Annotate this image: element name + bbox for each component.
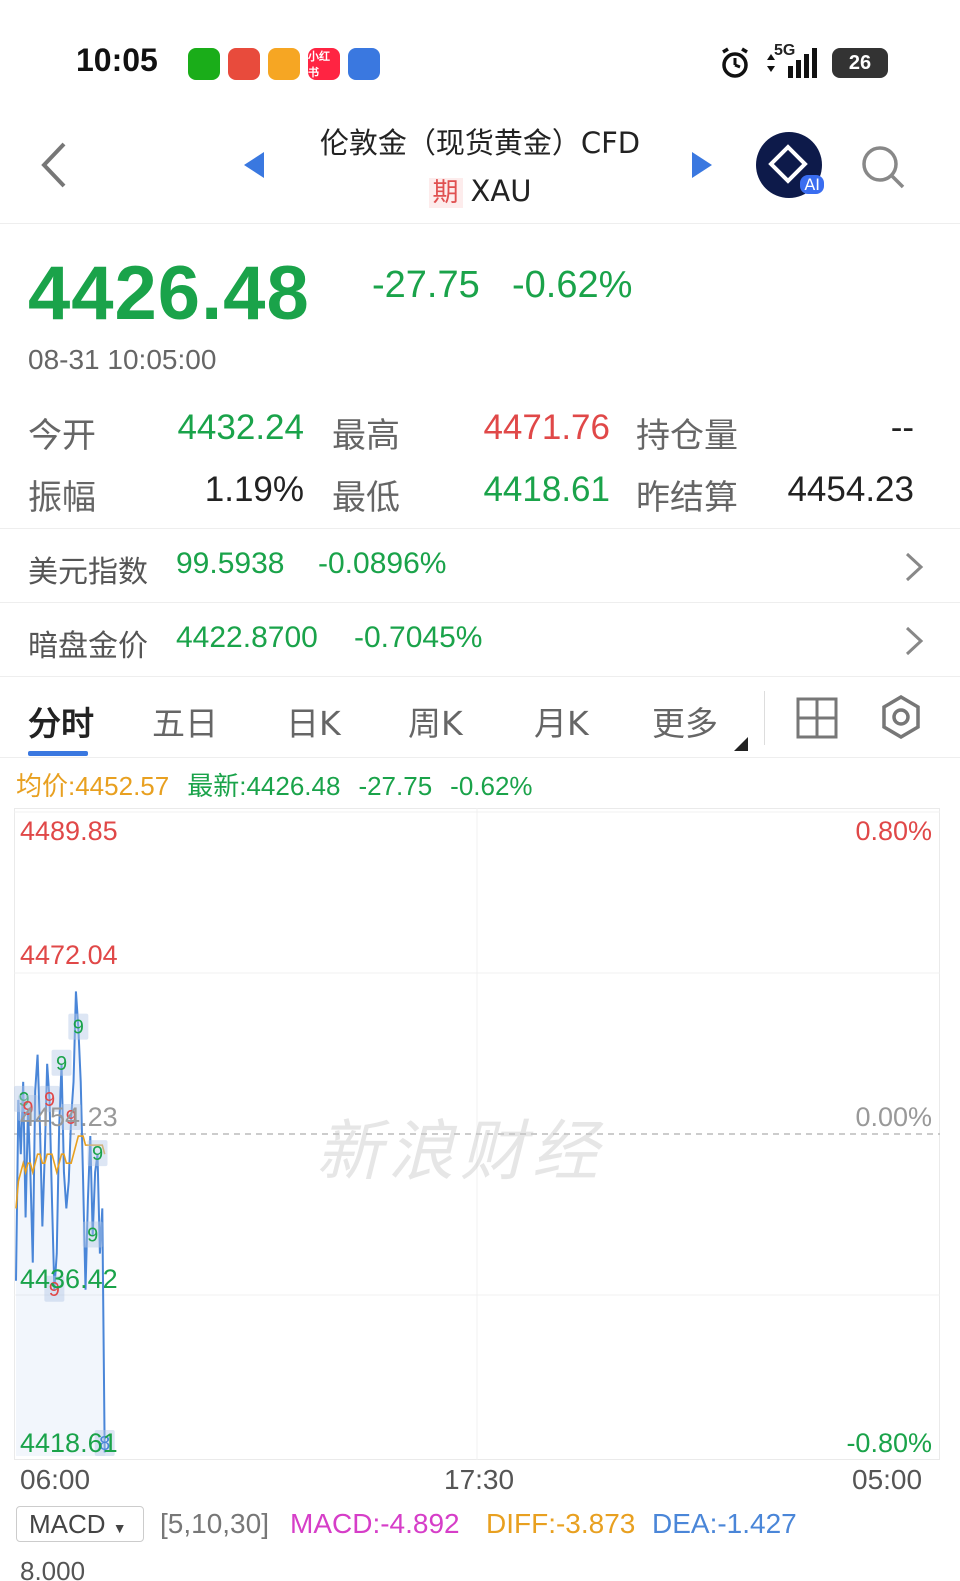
tab-divider bbox=[764, 691, 765, 745]
chevron-right-icon bbox=[905, 626, 924, 656]
related-value: 99.5938 bbox=[176, 547, 285, 580]
chevron-right-icon bbox=[905, 552, 924, 582]
x-tick: 17:30 bbox=[444, 1464, 515, 1495]
legend-change-pct: -0.62% bbox=[450, 771, 533, 801]
td-marker: 9 bbox=[68, 1013, 89, 1040]
low-value: 4418.61 bbox=[483, 470, 610, 509]
watermark: 新浪财经 bbox=[316, 1113, 604, 1190]
open-label: 今开 bbox=[28, 416, 96, 456]
svg-text:9: 9 bbox=[87, 1225, 98, 1247]
settings-icon[interactable] bbox=[880, 695, 922, 739]
more-dropdown-corner-icon bbox=[734, 737, 748, 751]
tab-monthly-k[interactable]: 月K bbox=[534, 697, 589, 745]
prev-settle-value: 4454.23 bbox=[787, 470, 914, 509]
x-tick: 06:00 bbox=[20, 1464, 91, 1495]
svg-text:9: 9 bbox=[73, 1017, 84, 1039]
next-instrument-arrow-icon[interactable] bbox=[690, 150, 714, 180]
macd-value: MACD:-4.892 bbox=[290, 1508, 460, 1539]
y-tick-left: 4436.42 bbox=[20, 1264, 118, 1294]
dea-value: DEA:-1.427 bbox=[652, 1508, 797, 1539]
legend-avg-price: 均价:4452.57 bbox=[16, 771, 170, 801]
last-price: 4426.48 bbox=[28, 251, 310, 336]
futures-tag: 期 bbox=[428, 178, 463, 208]
layout-grid-icon[interactable] bbox=[796, 697, 838, 739]
related-row-usd-index[interactable]: 美元指数 99.5938 -0.0896% bbox=[0, 528, 960, 602]
td-marker: 9 bbox=[82, 1221, 103, 1248]
y-tick-left: 4418.61 bbox=[20, 1428, 118, 1458]
y-tick-right: 0.80% bbox=[855, 816, 932, 846]
status-time: 10:05 bbox=[76, 42, 158, 78]
chart-legend: 均价:4452.57 最新:4426.48 -27.75 -0.62% bbox=[16, 766, 551, 803]
low-label: 最低 bbox=[332, 478, 400, 518]
notification-icons: 小红书 bbox=[188, 48, 380, 80]
y-tick-left: 4472.04 bbox=[20, 940, 118, 970]
svg-text:9: 9 bbox=[56, 1053, 67, 1075]
y-tick-left: 4489.85 bbox=[20, 816, 118, 846]
indicator-bar: MACD ▼ [5,10,30] MACD:-4.892 DIFF:-3.873… bbox=[16, 1506, 960, 1546]
related-pct: -0.0896% bbox=[318, 547, 447, 580]
tab-daily-k[interactable]: 日K bbox=[286, 697, 341, 745]
tab-more[interactable]: 更多 bbox=[652, 697, 718, 745]
legend-latest-price: 最新:4426.48 bbox=[187, 771, 341, 801]
network-type: 5G bbox=[774, 42, 796, 59]
caret-down-icon: ▼ bbox=[112, 1520, 127, 1536]
instrument-symbol: XAU bbox=[470, 174, 532, 208]
quote-header: 伦敦金（现货黄金）CFD 期 XAU AI bbox=[0, 112, 960, 224]
price-change-pct: -0.62% bbox=[512, 264, 633, 306]
tab-intraday[interactable]: 分时 bbox=[28, 697, 94, 745]
indicator-params: [5,10,30] bbox=[160, 1508, 269, 1539]
related-value: 4422.8700 bbox=[176, 621, 318, 654]
svg-text:9: 9 bbox=[92, 1143, 103, 1165]
reward-app-icon bbox=[268, 48, 300, 80]
system-indicators: 5G 26 bbox=[718, 42, 888, 80]
indicator-select[interactable]: MACD ▼ bbox=[16, 1506, 144, 1542]
related-label: 美元指数 bbox=[28, 555, 148, 590]
quote-stats: 今开 4432.24 最高 4471.76 持仓量 -- 振幅 1.19% 最低… bbox=[28, 408, 918, 532]
open-interest-label: 持仓量 bbox=[636, 416, 738, 456]
active-tab-indicator bbox=[28, 751, 88, 756]
y-tick-left: 4454.23 bbox=[20, 1102, 118, 1132]
legend-change: -27.75 bbox=[358, 771, 433, 801]
high-value: 4471.76 bbox=[483, 408, 610, 447]
indicator-name: MACD bbox=[29, 1509, 106, 1539]
chart-period-tabs: 分时 五日 日K 周K 月K 更多 bbox=[0, 676, 960, 758]
amplitude-label: 振幅 bbox=[28, 478, 96, 518]
open-value: 4432.24 bbox=[177, 408, 304, 447]
related-label: 暗盘金价 bbox=[28, 629, 148, 664]
tab-five-day[interactable]: 五日 bbox=[152, 697, 218, 745]
network-indicator: 5G bbox=[764, 42, 820, 80]
td-marker: 9 bbox=[51, 1049, 72, 1076]
quote-timestamp: 08-31 10:05:00 bbox=[28, 344, 217, 375]
game-app-icon bbox=[228, 48, 260, 80]
search-icon[interactable] bbox=[860, 144, 906, 190]
tab-weekly-k[interactable]: 周K bbox=[408, 697, 463, 745]
wechat-icon bbox=[188, 48, 220, 80]
xiaohongshu-icon: 小红书 bbox=[308, 48, 340, 80]
price-change: -27.75 bbox=[372, 264, 480, 306]
macd-axis-top: 8.000 bbox=[20, 1556, 86, 1581]
diff-value: DIFF:-3.873 bbox=[486, 1508, 636, 1539]
ai-label: AI bbox=[800, 175, 824, 194]
ai-assistant-button[interactable]: AI bbox=[756, 132, 824, 198]
battery-indicator: 26 bbox=[832, 48, 888, 78]
status-bar: 10:05 小红书 5G 26 bbox=[0, 0, 960, 120]
td-marker: 9 bbox=[87, 1140, 108, 1167]
y-tick-right: -0.80% bbox=[846, 1428, 932, 1458]
amplitude-value: 1.19% bbox=[204, 470, 304, 509]
related-pct: -0.7045% bbox=[354, 621, 483, 654]
high-label: 最高 bbox=[332, 416, 400, 456]
stats-row-2: 振幅 1.19% 最低 4418.61 昨结算 4454.23 bbox=[28, 470, 918, 532]
alarm-icon bbox=[722, 47, 748, 78]
stats-row-1: 今开 4432.24 最高 4471.76 持仓量 -- bbox=[28, 408, 918, 470]
open-interest-value: -- bbox=[890, 408, 914, 447]
prev-settle-label: 昨结算 bbox=[636, 478, 738, 518]
x-tick: 05:00 bbox=[852, 1464, 923, 1495]
message-bubble-icon bbox=[348, 48, 380, 80]
related-row-dark-gold[interactable]: 暗盘金价 4422.8700 -0.7045% bbox=[0, 602, 960, 676]
y-tick-right: 0.00% bbox=[855, 1102, 932, 1132]
